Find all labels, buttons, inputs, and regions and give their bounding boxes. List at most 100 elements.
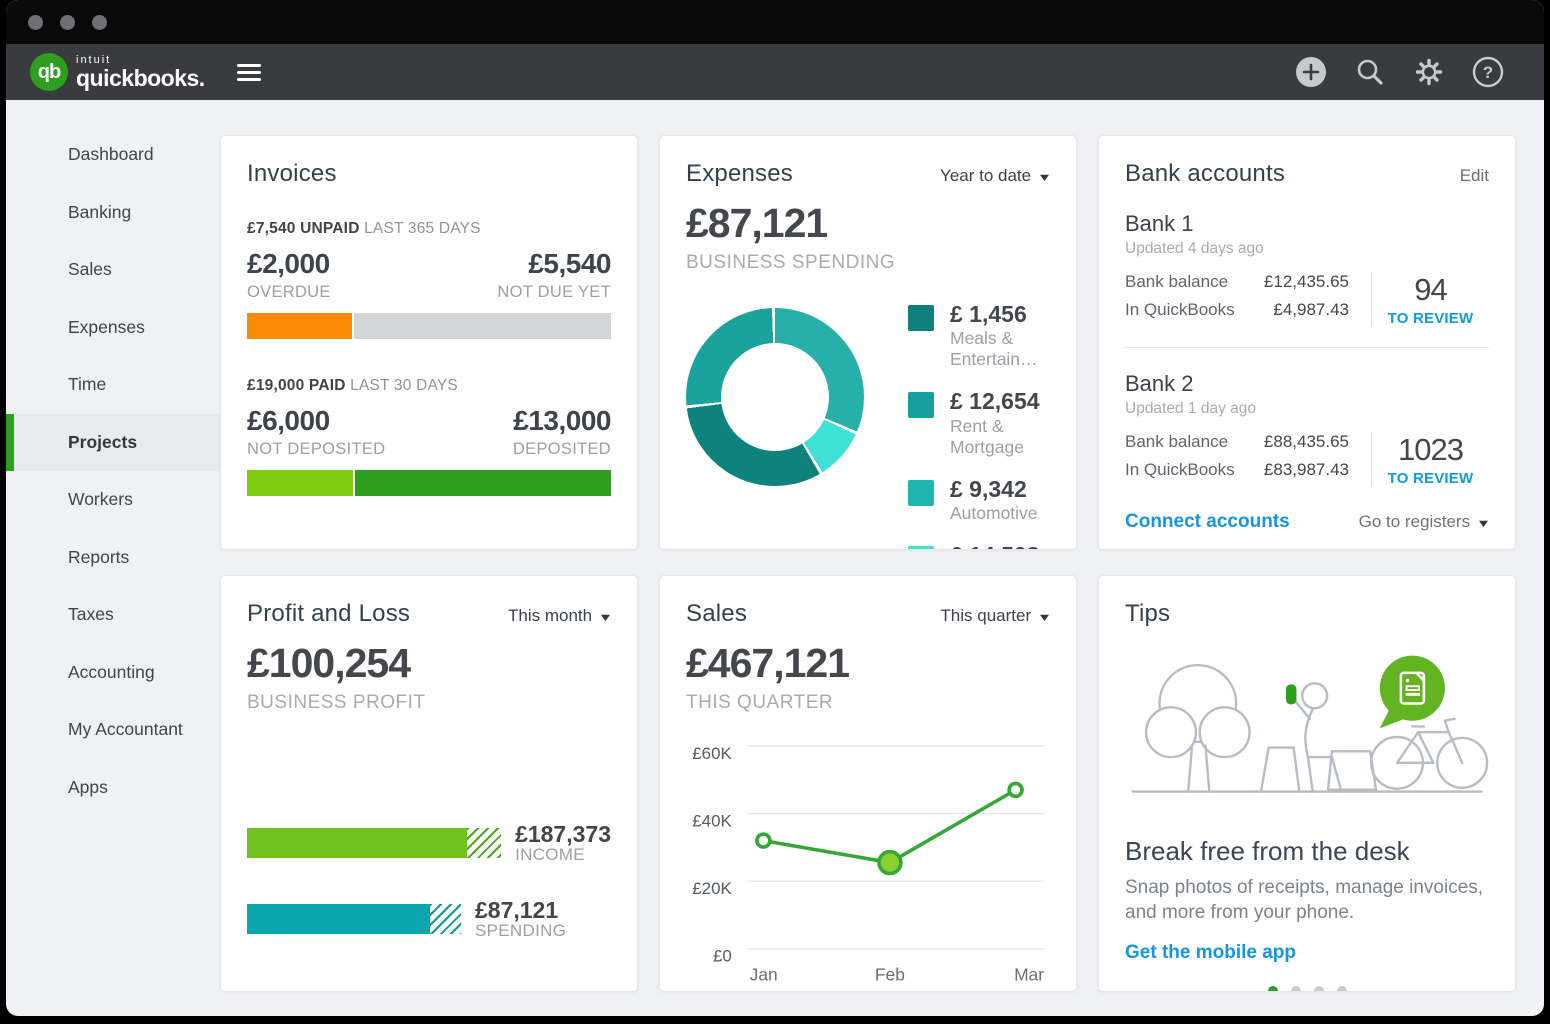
to-review-badge[interactable]: 1023 TO REVIEW: [1371, 432, 1489, 487]
tips-heading: Break free from the desk: [1125, 836, 1489, 867]
sidebar-item-accounting[interactable]: Accounting: [6, 644, 220, 702]
sales-period-dropdown[interactable]: This quarter▼: [940, 606, 1050, 626]
svg-text:Mar: Mar: [1014, 965, 1044, 985]
sidebar-nav: Dashboard Banking Sales Expenses Time Pr…: [6, 100, 220, 1016]
bank-updated: Updated 4 days ago: [1125, 240, 1489, 258]
svg-text:£20K: £20K: [692, 879, 732, 898]
tips-title: Tips: [1125, 600, 1170, 628]
tips-card: Tips: [1098, 575, 1516, 992]
legend-item: £ 9,342Automotive: [908, 477, 1050, 524]
to-review-badge[interactable]: 94 TO REVIEW: [1371, 272, 1489, 327]
income-bar-row[interactable]: £187,373INCOME: [247, 822, 611, 864]
sidebar-item-taxes[interactable]: Taxes: [6, 586, 220, 644]
overdue-label: OVERDUE: [247, 283, 331, 302]
not-due-amount: £5,540: [528, 248, 611, 280]
create-plus-icon[interactable]: [1295, 56, 1327, 88]
svg-text:Jan: Jan: [750, 965, 778, 985]
quickbooks-logo: qb intuit quickbooks.: [30, 53, 205, 91]
bank-account-block: Bank 1 Updated 4 days ago Bank balance£1…: [1125, 211, 1489, 327]
receipt-speech-bubble: [1380, 656, 1445, 729]
expenses-title: Expenses: [686, 160, 793, 188]
not-deposited-bar-segment: [247, 470, 353, 496]
expenses-subtitle: BUSINESS SPENDING: [686, 252, 1050, 274]
deposited-label: DEPOSITED: [513, 440, 611, 459]
window-titlebar: [6, 0, 1544, 44]
tips-body: Snap photos of receipts, manage invoices…: [1125, 875, 1489, 926]
pagination-dot[interactable]: [1337, 986, 1347, 992]
dashboard-grid: Invoices £7,540 UNPAID LAST 365 DAYS £2,…: [220, 100, 1544, 1016]
divider: [1125, 347, 1489, 348]
help-icon[interactable]: ?: [1472, 56, 1504, 88]
expenses-donut-chart[interactable]: [686, 308, 864, 486]
expenses-legend: £ 1,456Meals & Entertain… £ 12,654Rent &…: [908, 302, 1050, 550]
chevron-down-icon: ▼: [1037, 172, 1052, 184]
tips-pagination: [1125, 986, 1489, 992]
paid-summary: £19,000 PAID LAST 30 DAYS: [247, 377, 611, 395]
pagination-dot[interactable]: [1314, 986, 1324, 992]
sidebar-item-my-accountant[interactable]: My Accountant: [6, 701, 220, 759]
sales-line-chart[interactable]: £60K£40K£20K£0JanFebMar: [686, 732, 1050, 992]
connect-accounts-link[interactable]: Connect accounts: [1125, 511, 1290, 533]
qb-logo-icon: qb: [30, 53, 68, 91]
legend-item: £ 12,654Rent & Mortgage: [908, 389, 1050, 457]
sidebar-item-banking[interactable]: Banking: [6, 184, 220, 242]
sidebar-item-dashboard[interactable]: Dashboard: [6, 126, 220, 184]
edit-link[interactable]: Edit: [1460, 166, 1489, 186]
sidebar-item-workers[interactable]: Workers: [6, 471, 220, 529]
mobile-app-illustration: [1125, 646, 1489, 811]
sales-title: Sales: [686, 600, 747, 628]
legend-swatch: [908, 480, 934, 506]
profit-subtitle: BUSINESS PROFIT: [247, 692, 611, 714]
svg-text:£60K: £60K: [692, 744, 732, 763]
sales-card: Sales This quarter▼ £467,121 THIS QUARTE…: [659, 575, 1077, 992]
get-mobile-app-link[interactable]: Get the mobile app: [1125, 942, 1489, 964]
overdue-bar-segment: [247, 313, 352, 339]
sidebar-item-reports[interactable]: Reports: [6, 529, 220, 587]
sales-subtitle: THIS QUARTER: [686, 692, 1050, 714]
bank-accounts-card: Bank accounts Edit Bank 1 Updated 4 days…: [1098, 135, 1516, 550]
expenses-period-dropdown[interactable]: Year to date▼: [940, 166, 1050, 186]
search-icon[interactable]: [1354, 56, 1386, 88]
profit-loss-period-dropdown[interactable]: This month▼: [508, 606, 611, 626]
legend-swatch: [908, 305, 934, 331]
deposited-bar-segment: [355, 470, 611, 496]
go-to-registers-dropdown[interactable]: Go to registers▼: [1359, 512, 1489, 532]
deposited-amount: £13,000: [513, 405, 611, 437]
profit-loss-title: Profit and Loss: [247, 600, 410, 628]
bank-accounts-title: Bank accounts: [1125, 160, 1285, 188]
spending-bar-row[interactable]: £87,121SPENDING: [247, 898, 611, 940]
settings-gear-icon[interactable]: [1413, 56, 1445, 88]
app-header: qb intuit quickbooks.: [6, 44, 1544, 100]
sidebar-item-expenses[interactable]: Expenses: [6, 299, 220, 357]
expenses-card: Expenses Year to date▼ £87,121 BUSINESS …: [659, 135, 1077, 550]
legend-swatch: [908, 546, 934, 550]
pagination-dot[interactable]: [1291, 986, 1301, 992]
profit-loss-card: Profit and Loss This month▼ £100,254 BUS…: [220, 575, 638, 992]
chevron-down-icon: ▼: [598, 612, 613, 624]
svg-text:£40K: £40K: [692, 811, 732, 830]
chevron-down-icon: ▼: [1037, 612, 1052, 624]
sidebar-item-time[interactable]: Time: [6, 356, 220, 414]
svg-text:?: ?: [1483, 63, 1493, 82]
sidebar-item-projects[interactable]: Projects: [6, 414, 220, 472]
svg-text:Feb: Feb: [875, 965, 905, 985]
invoices-title: Invoices: [247, 160, 337, 188]
bank-updated: Updated 1 day ago: [1125, 400, 1489, 418]
legend-swatch: [908, 392, 934, 418]
menu-hamburger-icon[interactable]: [237, 60, 261, 85]
profit-total: £100,254: [247, 640, 611, 687]
window-zoom-button[interactable]: [92, 15, 107, 30]
not-due-label: NOT DUE YET: [497, 283, 611, 302]
unpaid-summary: £7,540 UNPAID LAST 365 DAYS: [247, 220, 611, 238]
pagination-dot[interactable]: [1268, 986, 1278, 992]
paid-bar-chart[interactable]: [247, 470, 611, 496]
bank-account-block: Bank 2 Updated 1 day ago Bank balance£88…: [1125, 371, 1489, 487]
sidebar-item-apps[interactable]: Apps: [6, 759, 220, 817]
profit-loss-bar-chart: £187,373INCOME £87,121SPENDING: [247, 822, 611, 940]
window-minimize-button[interactable]: [60, 15, 75, 30]
not-deposited-label: NOT DEPOSITED: [247, 440, 385, 459]
sidebar-item-sales[interactable]: Sales: [6, 241, 220, 299]
window-close-button[interactable]: [28, 15, 43, 30]
brand-quickbooks-label: quickbooks.: [76, 65, 205, 91]
unpaid-bar-chart[interactable]: [247, 313, 611, 339]
